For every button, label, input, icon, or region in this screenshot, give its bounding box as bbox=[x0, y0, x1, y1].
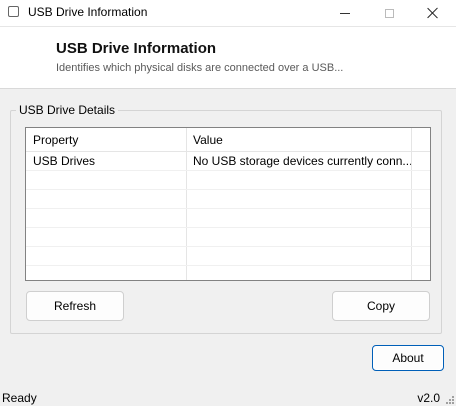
empty-cell bbox=[26, 171, 187, 189]
empty-cell bbox=[187, 209, 412, 227]
empty-cell bbox=[187, 266, 412, 280]
empty-cell bbox=[26, 209, 187, 227]
status-bar: Ready v2.0 bbox=[0, 388, 456, 406]
column-header-value[interactable]: Value bbox=[187, 128, 412, 151]
list-empty-row bbox=[26, 266, 430, 280]
column-header-property[interactable]: Property bbox=[26, 128, 187, 151]
minimize-icon bbox=[340, 12, 350, 14]
empty-cell bbox=[26, 247, 187, 265]
title-bar: USB Drive Information bbox=[0, 0, 456, 27]
list-empty-row bbox=[26, 190, 430, 209]
about-button[interactable]: About bbox=[372, 345, 444, 371]
usb-details-list[interactable]: Property Value USB Drives No USB storage… bbox=[25, 127, 431, 281]
list-empty-row bbox=[26, 209, 430, 228]
list-empty-row bbox=[26, 228, 430, 247]
empty-cell bbox=[187, 190, 412, 208]
version-label: v2.0 bbox=[417, 391, 440, 405]
empty-cell bbox=[187, 171, 412, 189]
maximize-button[interactable] bbox=[366, 0, 412, 26]
list-item[interactable]: USB Drives No USB storage devices curren… bbox=[26, 152, 430, 171]
header-panel: USB Drive Information Identifies which p… bbox=[0, 27, 456, 89]
refresh-button[interactable]: Refresh bbox=[26, 291, 124, 321]
minimize-button[interactable] bbox=[322, 0, 368, 26]
empty-cell bbox=[26, 190, 187, 208]
list-empty-row bbox=[26, 171, 430, 190]
list-empty-row bbox=[26, 247, 430, 266]
close-button[interactable] bbox=[410, 0, 456, 26]
list-item-value: No USB storage devices currently conn... bbox=[187, 152, 412, 170]
close-icon bbox=[427, 7, 439, 19]
maximize-icon bbox=[384, 8, 394, 18]
page-subtitle: Identifies which physical disks are conn… bbox=[56, 62, 344, 74]
page-title: USB Drive Information bbox=[56, 40, 217, 57]
status-text: Ready bbox=[2, 391, 37, 405]
empty-cell bbox=[26, 266, 187, 280]
empty-cell bbox=[26, 228, 187, 246]
empty-cell bbox=[187, 247, 412, 265]
window-title: USB Drive Information bbox=[28, 5, 148, 19]
group-label: USB Drive Details bbox=[16, 103, 119, 117]
resize-grip-icon[interactable] bbox=[444, 394, 454, 404]
list-header: Property Value bbox=[26, 128, 430, 152]
app-window-icon bbox=[8, 6, 19, 17]
list-item-property: USB Drives bbox=[26, 152, 187, 170]
copy-button[interactable]: Copy bbox=[332, 291, 430, 321]
empty-cell bbox=[187, 228, 412, 246]
